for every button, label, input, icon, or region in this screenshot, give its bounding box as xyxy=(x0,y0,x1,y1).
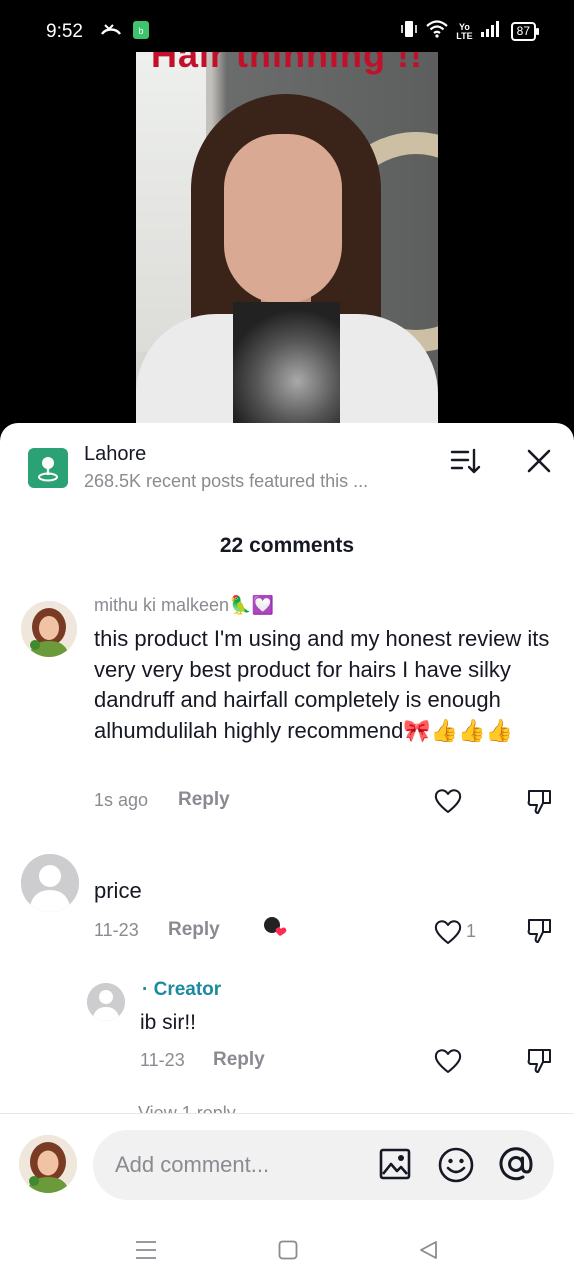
reply-button[interactable]: Reply xyxy=(178,789,230,811)
volte-bottom: LTE xyxy=(456,30,473,41)
video-player[interactable]: Hair thinning !! xyxy=(136,52,438,432)
comment-time: 11-23 xyxy=(94,920,139,940)
comments-count: 22 comments xyxy=(219,534,355,557)
image-icon[interactable] xyxy=(379,1148,411,1185)
dislike-icon[interactable] xyxy=(526,788,554,821)
comments-sheet: Lahore 268.5K recent posts featured this… xyxy=(0,423,574,1280)
dislike-icon[interactable] xyxy=(526,1047,554,1080)
location-name[interactable]: Lahore xyxy=(84,443,146,466)
view-replies-link[interactable]: View 1 reply ⌄ xyxy=(138,1101,256,1113)
mention-icon[interactable] xyxy=(498,1146,534,1187)
missed-call-icon xyxy=(100,22,122,43)
reply-text: ib sir!! xyxy=(140,1011,197,1034)
avatar[interactable] xyxy=(21,601,77,657)
location-pin-icon[interactable] xyxy=(28,448,68,488)
emoji-icon[interactable] xyxy=(438,1147,474,1188)
status-time: 9:52 xyxy=(46,21,83,42)
like-heart-icon[interactable] xyxy=(434,788,462,819)
app-notification-icon: b xyxy=(132,20,150,45)
comment-text: this product I'm using and my honest rev… xyxy=(94,626,550,743)
wifi-icon xyxy=(426,20,449,43)
creator-liked-icon xyxy=(262,915,290,948)
volte-icon: Yo LTE xyxy=(456,22,473,41)
close-icon[interactable] xyxy=(526,448,552,474)
video-title-overlay: Hair thinning !! xyxy=(151,52,423,75)
video-inset-scalp xyxy=(233,302,340,432)
vibrate-icon xyxy=(400,20,418,43)
battery-icon: 87 xyxy=(510,22,540,41)
reply-button[interactable]: Reply xyxy=(213,1049,265,1071)
creator-badge: · Creator xyxy=(142,979,222,1000)
reply-time: 11-23 xyxy=(140,1050,185,1070)
avatar[interactable] xyxy=(21,854,79,912)
sort-icon[interactable] xyxy=(450,448,482,476)
home-nav-icon[interactable] xyxy=(278,1240,298,1265)
signal-icon xyxy=(480,21,503,42)
svg-text:b: b xyxy=(138,26,143,36)
menu-nav-icon[interactable] xyxy=(135,1240,157,1265)
comment-text: price xyxy=(94,878,142,903)
dislike-icon[interactable] xyxy=(526,917,554,950)
comment-username[interactable]: mithu ki malkeen🦜💟 xyxy=(94,595,274,616)
comment-input[interactable] xyxy=(93,1130,554,1200)
avatar xyxy=(19,1135,77,1193)
comment-input-bar xyxy=(0,1113,574,1280)
like-heart-icon[interactable] xyxy=(434,1048,462,1079)
video-person-face xyxy=(224,134,342,304)
avatar[interactable] xyxy=(87,983,125,1021)
back-nav-icon[interactable] xyxy=(418,1240,438,1265)
reply-button[interactable]: Reply xyxy=(168,919,220,941)
system-nav-bar xyxy=(0,1222,574,1278)
comment-time: 1s ago xyxy=(94,790,149,810)
location-subtitle[interactable]: 268.5K recent posts featured this ... xyxy=(84,471,414,492)
like-heart-icon[interactable] xyxy=(434,919,462,950)
like-count: 1 xyxy=(466,921,477,941)
